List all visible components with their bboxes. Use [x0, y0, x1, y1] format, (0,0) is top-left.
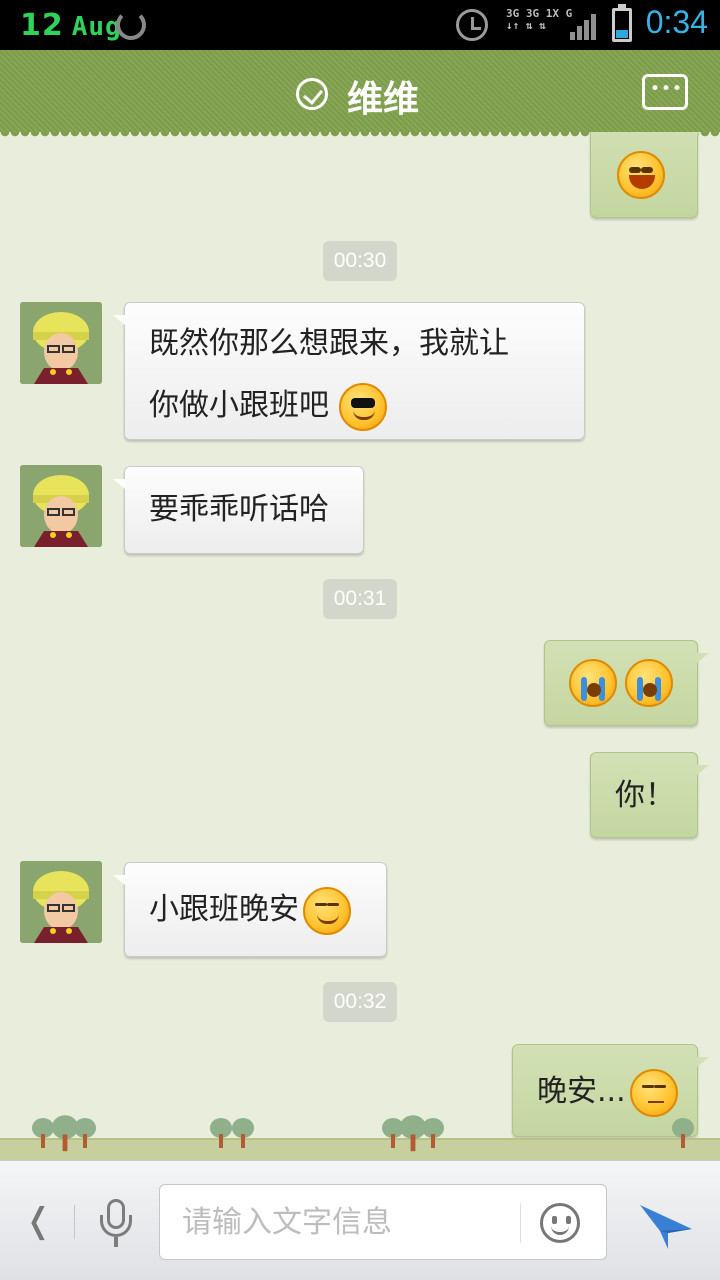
message-text-line: 既然你那么想跟来，我就让 — [149, 326, 509, 361]
chat-contact-name: 维维 — [347, 79, 420, 120]
crying-emoji-icon — [569, 659, 617, 707]
tree-icon — [210, 1118, 232, 1148]
tree-icon — [232, 1118, 254, 1148]
tree-icon — [382, 1118, 404, 1148]
signal-strength-icon — [570, 14, 600, 40]
alarm-icon — [456, 9, 488, 41]
chat-messages[interactable]: 00:30 既然你那么想跟来，我就让 你做小跟班吧 要乖乖听话哈 00:31 你… — [0, 132, 720, 1160]
sunglasses-emoji-icon — [338, 382, 387, 431]
message-bubble-outgoing[interactable] — [544, 640, 709, 726]
message-text: 要乖乖听话哈 — [149, 492, 329, 527]
send-paper-plane-icon[interactable] — [638, 1195, 694, 1251]
message-bubble-outgoing[interactable]: 你！ — [590, 752, 709, 838]
status-bar: 12 Aug 3G 3G 1X G ↓↑ ⇅ ⇅ 0:34 — [0, 0, 720, 50]
collapse-arrow-button[interactable]: ❬ — [24, 1201, 53, 1241]
message-bubble-incoming[interactable]: 要乖乖听话哈 — [113, 466, 364, 554]
message-timestamp: 00:32 — [323, 982, 397, 1022]
tree-icon — [672, 1118, 694, 1148]
status-date: 12 Aug — [20, 8, 122, 43]
sync-icon — [116, 10, 146, 40]
smiley-icon[interactable] — [540, 1203, 580, 1243]
divider — [74, 1205, 75, 1239]
microphone-icon[interactable] — [96, 1199, 136, 1249]
message-text: 你做小跟班吧 — [149, 388, 329, 423]
tree-icon — [51, 1115, 79, 1152]
message-input[interactable] — [182, 1200, 512, 1244]
contact-avatar[interactable] — [20, 861, 102, 943]
decorative-ground — [0, 1138, 720, 1160]
network-type-line-2: ↓↑ ⇅ ⇅ — [506, 19, 546, 32]
tree-icon — [32, 1118, 54, 1148]
crying-emoji-icon — [625, 659, 673, 707]
laughing-emoji-icon — [617, 151, 665, 199]
message-text-line: 你做小跟班吧 — [149, 375, 387, 437]
status-clock: 0:34 — [645, 4, 708, 40]
tree-icon — [399, 1115, 427, 1152]
status-month: Aug — [71, 12, 122, 42]
battery-icon — [612, 4, 632, 42]
more-options-button[interactable] — [642, 74, 688, 110]
decorative-hills — [0, 1100, 720, 1160]
message-bubble-incoming[interactable]: 既然你那么想跟来，我就让 你做小跟班吧 — [113, 302, 585, 440]
status-day: 12 — [20, 8, 64, 43]
contact-avatar[interactable] — [20, 465, 102, 547]
message-bubble-incoming[interactable]: 小跟班晚安 — [113, 862, 387, 957]
smile-emoji-icon — [303, 886, 351, 935]
contact-avatar[interactable] — [20, 302, 102, 384]
message-text: 你！ — [615, 778, 675, 813]
message-bubble-outgoing[interactable] — [590, 132, 709, 218]
check-circle-icon — [296, 78, 328, 110]
message-input-container — [159, 1184, 607, 1260]
message-timestamp: 00:30 — [323, 241, 397, 281]
message-text-line: 小跟班晚安 — [149, 879, 351, 941]
message-timestamp: 00:31 — [323, 579, 397, 619]
network-type-indicator: 3G 3G 1X G ↓↑ ⇅ ⇅ — [506, 8, 572, 32]
message-input-bar: ❬ — [0, 1160, 720, 1280]
divider — [520, 1203, 521, 1243]
tree-icon — [74, 1118, 96, 1148]
message-text: 小跟班晚安 — [149, 892, 299, 927]
tree-icon — [422, 1118, 444, 1148]
